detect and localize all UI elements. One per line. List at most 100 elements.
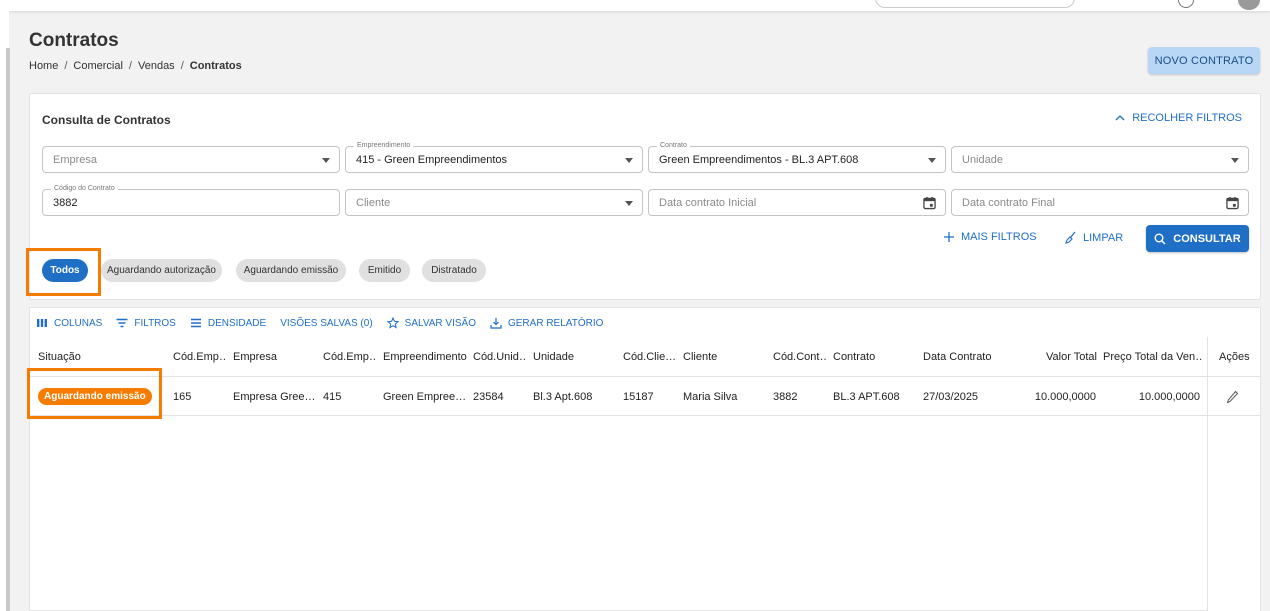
breadcrumb-separator: / xyxy=(180,60,184,72)
column-header-data-contrato[interactable]: Data Contrato xyxy=(923,337,1007,376)
breadcrumb-comercial[interactable]: Comercial xyxy=(73,60,123,72)
cliente-select[interactable]: Cliente xyxy=(345,189,643,216)
empresa-placeholder: Empresa xyxy=(53,153,98,166)
salvar-visao-label: SALVAR VISÃO xyxy=(404,317,476,329)
salvar-visao-button[interactable]: SALVAR VISÃO xyxy=(386,317,476,329)
user-avatar[interactable] xyxy=(1238,0,1260,10)
cod-unidade-cell: 23584 xyxy=(473,390,504,403)
visoes-salvas-label: VISÕES SALVAS (0) xyxy=(280,317,373,329)
dropdown-arrow-icon xyxy=(928,158,936,163)
calendar-icon[interactable] xyxy=(1226,196,1239,210)
dropdown-arrow-icon xyxy=(322,158,330,163)
recolher-filtros-button[interactable]: RECOLHER FILTROS xyxy=(1114,112,1242,124)
calendar-icon[interactable] xyxy=(923,196,936,210)
codigo-contrato-field[interactable]: Código do Contrato 3882 xyxy=(42,184,340,216)
densidade-label: DENSIDADE xyxy=(207,317,267,329)
breadcrumb-vendas[interactable]: Vendas xyxy=(138,60,175,72)
filtros-button[interactable]: FILTROS xyxy=(116,317,176,329)
column-header-cliente[interactable]: Cliente xyxy=(683,337,767,376)
unidade-cell: Bl.3 Apt.608 xyxy=(533,390,593,403)
data-contrato-cell: 27/03/2025 xyxy=(923,390,979,403)
cod-empresa-cell: 165 xyxy=(173,390,192,403)
empreendimento-cell: Green Empree… xyxy=(383,390,467,403)
column-header-empreendimento[interactable]: Empreendimento xyxy=(383,337,469,376)
contrato-cell: BL.3 APT.608 xyxy=(833,390,900,403)
cod-empreendimento-cell: 415 xyxy=(323,390,342,403)
densidade-button[interactable]: DENSIDADE xyxy=(190,317,266,329)
limpar-button[interactable]: LIMPAR xyxy=(1064,231,1123,244)
column-header-cod-cliente[interactable]: Cód.Clie… xyxy=(623,337,677,376)
chip-emitido[interactable]: Emitido xyxy=(359,259,410,282)
empreendimento-select[interactable]: Empreendimento 415 - Green Empreendiment… xyxy=(345,141,643,173)
chip-todos[interactable]: Todos xyxy=(42,259,88,282)
unidade-placeholder: Unidade xyxy=(962,153,1003,166)
filtros-label: FILTROS xyxy=(134,317,176,329)
column-header-unidade[interactable]: Unidade xyxy=(533,337,617,376)
empreendimento-legend: Empreendimento xyxy=(354,141,414,151)
filter-lines-icon xyxy=(116,318,128,328)
cliente-placeholder: Cliente xyxy=(356,196,391,209)
breadcrumb-home[interactable]: Home xyxy=(29,60,58,72)
unidade-select[interactable]: Unidade xyxy=(951,146,1249,173)
data-inicial-field[interactable]: Data contrato Inicial xyxy=(648,189,946,216)
recolher-filtros-label: RECOLHER FILTROS xyxy=(1132,112,1242,124)
colunas-label: COLUNAS xyxy=(54,317,103,329)
edit-button[interactable] xyxy=(1226,378,1246,415)
side-rail-scrollbar[interactable] xyxy=(6,48,10,611)
global-search-input[interactable] xyxy=(875,0,1075,8)
empresa-select[interactable]: Empresa xyxy=(42,146,340,173)
grid-toolbar: COLUNAS FILTROS DENSIDADE VISÕES SALVAS … xyxy=(36,317,603,329)
preco-total-cell: 10.000,0000 xyxy=(1138,390,1200,403)
chevron-up-icon xyxy=(1115,115,1125,121)
colunas-button[interactable]: COLUNAS xyxy=(36,317,102,329)
column-header-preco-total[interactable]: Preço Total da Ven… xyxy=(1103,337,1203,376)
mais-filtros-button[interactable]: MAIS FILTROS xyxy=(943,231,1037,243)
data-final-field[interactable]: Data contrato Final xyxy=(951,189,1249,216)
contracts-grid: COLUNAS FILTROS DENSIDADE VISÕES SALVAS … xyxy=(29,307,1261,611)
column-header-acoes: Ações xyxy=(1219,350,1250,363)
visoes-salvas-button[interactable]: VISÕES SALVAS (0) xyxy=(280,317,372,329)
help-icon[interactable] xyxy=(1178,0,1194,8)
empresa-cell: Empresa Gree… xyxy=(233,390,316,403)
table-header: Situação Cód.Emp… Empresa Cód.Emp… Empre… xyxy=(30,337,1260,377)
top-app-bar xyxy=(0,0,1270,11)
cod-contrato-cell: 3882 xyxy=(773,390,798,403)
search-icon xyxy=(1154,233,1166,245)
mais-filtros-label: MAIS FILTROS xyxy=(961,231,1037,243)
codigo-contrato-value: 3882 xyxy=(53,196,78,209)
codigo-contrato-legend: Código do Contrato xyxy=(51,184,118,194)
breadcrumb-separator: / xyxy=(64,60,68,72)
breadcrumb-separator: / xyxy=(128,60,132,72)
chip-distratado[interactable]: Distratado xyxy=(422,259,486,282)
filter-panel-title: Consulta de Contratos xyxy=(42,113,171,127)
consultar-button[interactable]: CONSULTAR xyxy=(1146,225,1249,252)
density-icon xyxy=(190,318,201,328)
column-header-contrato[interactable]: Contrato xyxy=(833,337,917,376)
pencil-icon xyxy=(1226,390,1239,403)
breadcrumb-current: Contratos xyxy=(189,60,242,72)
contrato-legend: Contrato xyxy=(657,141,690,151)
novo-contrato-button[interactable]: NOVO CONTRATO xyxy=(1148,47,1260,74)
cod-cliente-cell: 15187 xyxy=(623,390,654,403)
column-header-cod-empresa[interactable]: Cód.Emp… xyxy=(173,337,227,376)
gerar-relatorio-label: GERAR RELATÓRIO xyxy=(507,317,604,329)
column-header-cod-unidade[interactable]: Cód.Unid… xyxy=(473,337,527,376)
table-row[interactable]: Aguardando emissão 165 Empresa Gree… 415… xyxy=(30,378,1260,416)
data-final-placeholder: Data contrato Final xyxy=(962,196,1055,209)
plus-icon xyxy=(944,232,954,242)
column-header-empresa[interactable]: Empresa xyxy=(233,337,317,376)
column-header-valor-total[interactable]: Valor Total xyxy=(1013,337,1097,376)
column-header-situacao[interactable]: Situação xyxy=(38,337,166,376)
broom-icon xyxy=(1065,231,1076,244)
contrato-value: Green Empreendimentos - BL.3 APT.608 xyxy=(659,153,859,166)
column-header-cod-empreendimento[interactable]: Cód.Emp… xyxy=(323,337,377,376)
filter-panel: Consulta de Contratos RECOLHER FILTROS E… xyxy=(29,93,1261,300)
chip-aguardando-autorizacao[interactable]: Aguardando autorização xyxy=(101,259,222,282)
contrato-select[interactable]: Contrato Green Empreendimentos - BL.3 AP… xyxy=(648,141,946,173)
column-header-cod-contrato[interactable]: Cód.Cont… xyxy=(773,337,827,376)
gerar-relatorio-button[interactable]: GERAR RELATÓRIO xyxy=(490,317,603,329)
download-icon xyxy=(490,318,502,329)
dropdown-arrow-icon xyxy=(625,201,633,206)
chip-aguardando-emissao[interactable]: Aguardando emissão xyxy=(236,259,346,282)
breadcrumb: Home / Comercial / Vendas / Contratos xyxy=(29,60,242,72)
